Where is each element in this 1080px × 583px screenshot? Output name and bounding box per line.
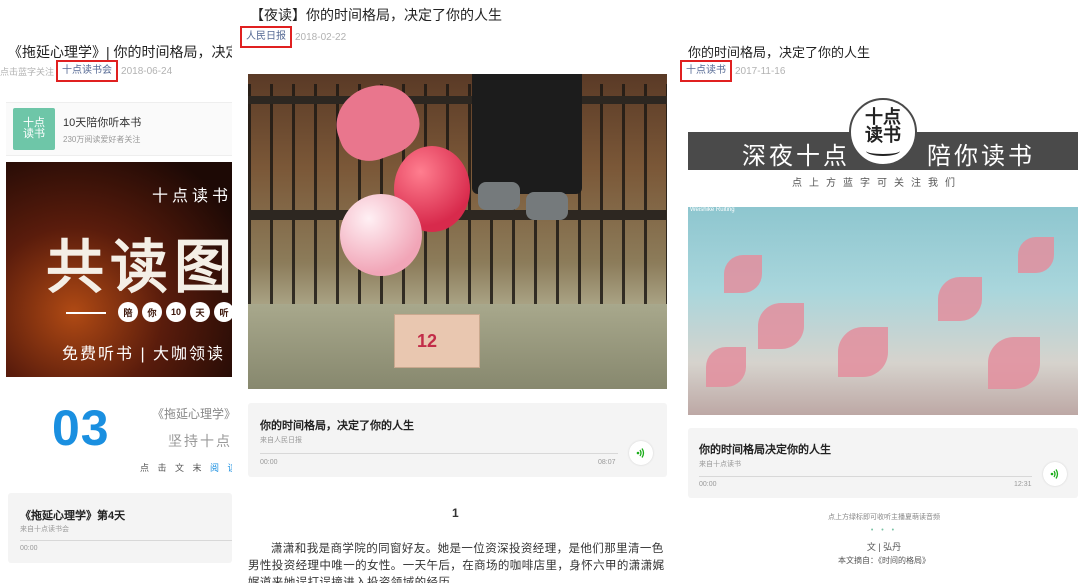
article-meta: 十点读书 2017-11-16 (680, 60, 785, 82)
day-book: 《拖延心理学》 (152, 407, 232, 421)
follow-hint: 点上方蓝字可关注我们 (792, 178, 962, 189)
audio-progress-track[interactable] (20, 540, 232, 541)
pink-balloon (340, 194, 422, 276)
article-meta: 点击蓝字关注 十点读书会 2018-06-24 (0, 60, 172, 82)
article-title: 《拖延心理学》| 你的时间格局，决定了你的人生 (8, 44, 232, 60)
profile-desc: 230万阅读爱好者关注 (63, 134, 141, 144)
promo-banner: 十点读书 共读图书 陪 你 10 天 听 免费听书 | 大咖领读 (6, 162, 232, 377)
audio-title: 你的时间格局决定你的人生 (699, 444, 831, 456)
shoe (478, 182, 520, 210)
audio-source: 来自十点读书 (699, 461, 741, 468)
banner-circle: 10 (166, 302, 186, 322)
excerpt-line: 本文摘自：《时间的格局》 (838, 556, 930, 565)
audio-source: 来自十点读书会 (20, 526, 69, 533)
audio-start-time: 00:00 (260, 459, 278, 466)
sound-wave-icon[interactable] (1043, 462, 1067, 486)
audio-player[interactable]: 你的时间格局，决定了你的人生 来自人民日报 00:00 08:07 (248, 403, 667, 477)
author-line: 文 | 弘丹 (866, 542, 902, 552)
logo: 十点 读书 (849, 98, 917, 166)
flower (706, 347, 746, 387)
source-account-link[interactable]: 十点读书 (680, 60, 732, 82)
audio-title: 《拖延心理学》第4天 (20, 510, 126, 522)
article-body: 潇潇和我是商学院的同窗好友。她是一位资深投资经理，是他们那里清一色男性投资经理中… (248, 543, 665, 583)
flower (838, 327, 888, 377)
flower-photo: Weishike Ruiting (688, 207, 1078, 415)
audio-end-time: 12:31 (1014, 481, 1032, 488)
audio-progress-track[interactable] (699, 476, 1032, 477)
sound-wave-icon[interactable] (629, 441, 653, 465)
banner-circle: 你 (142, 302, 162, 322)
article-photo: 12 (248, 74, 667, 389)
avatar: 十点 读书 (13, 108, 55, 150)
audio-player[interactable]: 你的时间格局决定你的人生 来自十点读书 00:00 12:31 (688, 428, 1078, 498)
publish-date: 2017-11-16 (735, 65, 786, 77)
decorative-dots: • • • (870, 527, 898, 534)
publish-date: 2018-06-24 (121, 65, 173, 77)
banner-circle: 陪 (118, 302, 138, 322)
banner-circle: 天 (190, 302, 210, 322)
read-original-link[interactable]: 阅 读 原 (210, 463, 232, 473)
source-account-link[interactable]: 十点读书会 (56, 60, 119, 82)
banner-subtitle: 免费听书 | 大咖领读 (62, 346, 226, 363)
article-panel-right: 你的时间格局，决定了你的人生 十点读书 2017-11-16 深夜十点 陪你读书… (680, 0, 1080, 583)
audio-source: 来自人民日报 (260, 437, 302, 444)
profile-name: 10天陪你听本书 (63, 116, 142, 129)
article-panel-left: 《拖延心理学》| 你的时间格局，决定了你的人生 点击蓝字关注 十点读书会 201… (0, 0, 232, 583)
flower (724, 255, 762, 293)
follow-hint: 点击蓝字关注 (0, 66, 55, 77)
article-meta: 人民日报 2018-02-22 (240, 26, 346, 48)
gift-box: 12 (394, 314, 480, 368)
article-title: 【夜读】你的时间格局，决定了你的人生 (250, 7, 502, 23)
flower (988, 337, 1040, 389)
day-hint: 点 击 文 末 阅 读 原 (140, 461, 232, 474)
banner-headline: 共读图书 (46, 233, 232, 301)
shoe (526, 192, 568, 220)
source-account-link[interactable]: 人民日报 (240, 26, 292, 48)
flower (938, 277, 982, 321)
photo-watermark: Weishike Ruiting (690, 207, 735, 213)
banner-left-text: 深夜十点 (742, 142, 850, 170)
profile-card[interactable]: 十点 读书 10天陪你听本书 230万阅读爱好者关注 (6, 102, 232, 156)
section-number: 1 (452, 506, 459, 520)
article-title: 你的时间格局，决定了你的人生 (688, 45, 871, 60)
legs (472, 74, 582, 194)
banner-circles: 陪 你 10 天 听 (118, 302, 232, 322)
audio-title: 你的时间格局，决定了你的人生 (260, 420, 414, 432)
listen-hint: 点上方绿标即可收听主播夏萌读音频 (828, 514, 940, 521)
day-number: 03 (52, 400, 110, 456)
audio-start-time: 00:00 (20, 545, 38, 552)
audio-player[interactable]: 《拖延心理学》第4天 来自十点读书会 00:00 (8, 493, 232, 563)
publish-date: 2018-02-22 (295, 31, 347, 43)
banner-divider (66, 312, 106, 314)
audio-progress-track[interactable] (260, 453, 618, 454)
banner-brand: 十点读书 (152, 188, 232, 205)
audio-end-time: 08:07 (598, 459, 616, 466)
day-card: 03 《拖延心理学》 坚持十点共读 点 击 文 末 阅 读 原 (40, 385, 232, 485)
audio-start-time: 00:00 (699, 481, 717, 488)
banner-right-text: 陪你读书 (927, 142, 1035, 170)
flower (758, 303, 804, 349)
flower (1018, 237, 1054, 273)
banner-circle: 听 (214, 302, 232, 322)
day-motto: 坚持十点共读 (168, 433, 232, 449)
article-panel-middle: 【夜读】你的时间格局，决定了你的人生 人民日报 2018-02-22 12 你的… (240, 0, 678, 583)
